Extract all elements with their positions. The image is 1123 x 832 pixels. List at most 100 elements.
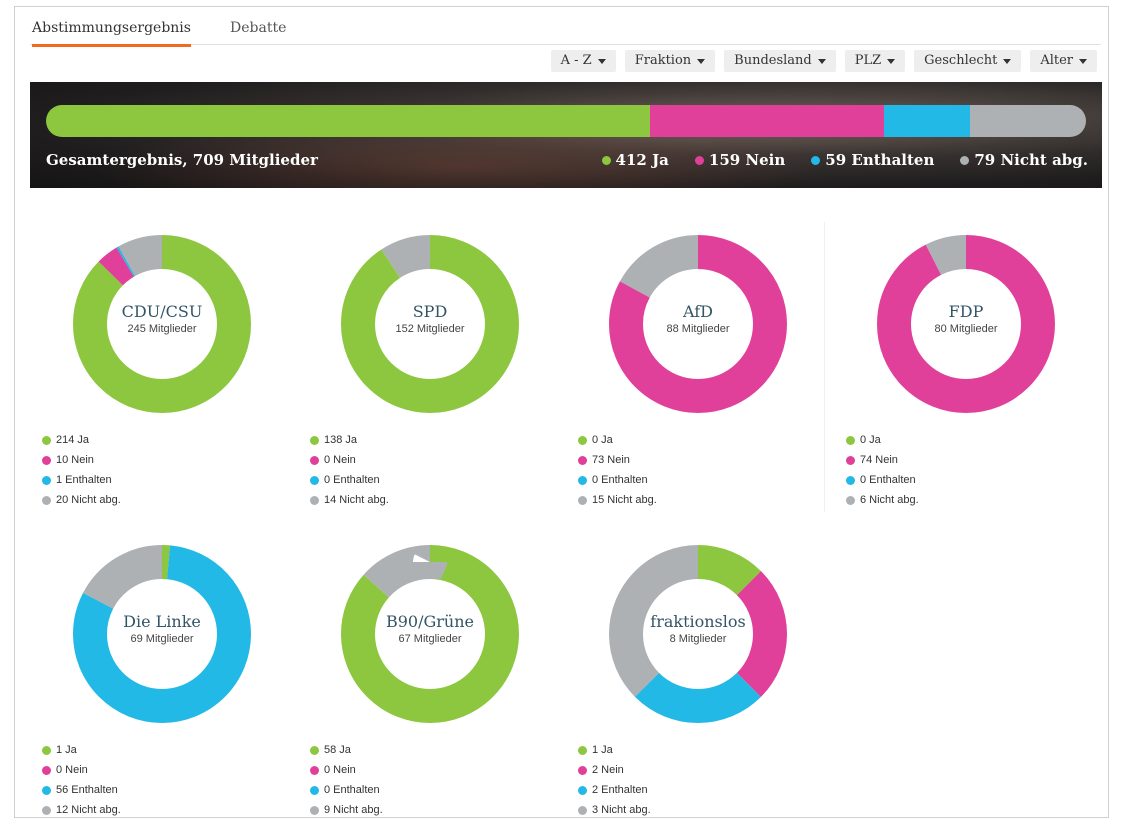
legend-label: 6 Nicht abg. — [860, 494, 919, 506]
legend-ja: 58 Ja — [310, 740, 383, 760]
party-card-fdp[interactable]: FDP 80 Mitglieder 0 Ja 74 Nein 0 Enthalten 6 … — [846, 232, 1106, 522]
legend-label: 0 Enthalten — [592, 474, 648, 486]
legend-label: 59 Enthalten — [825, 151, 935, 169]
tab-bar: Abstimmungsergebnis Debatte — [30, 14, 1101, 47]
legend-nicht-abgegeben: 14 Nicht abg. — [310, 490, 389, 510]
filter-label: Alter — [1040, 53, 1073, 68]
legend-enthalten: 59 Enthalten — [811, 151, 934, 169]
filter-bundesland-dropdown[interactable]: Bundesland — [724, 50, 836, 72]
legend-enthalten: 1 Enthalten — [42, 470, 121, 490]
legend-dot — [578, 495, 587, 505]
filter-alter-dropdown[interactable]: Alter — [1030, 50, 1097, 72]
legend-dot — [42, 745, 51, 755]
legend-dot — [42, 765, 51, 775]
legend-dot — [42, 435, 51, 445]
legend-label: 10 Nein — [56, 454, 94, 466]
party-name: CDU/CSU — [121, 302, 203, 321]
party-members: 80 Mitglieder — [934, 323, 998, 335]
legend-nicht-abgegeben: 79 Nicht abg. — [960, 151, 1088, 169]
filter-a-z-dropdown[interactable]: A - Z — [550, 50, 616, 72]
party-members: 69 Mitglieder — [130, 633, 194, 645]
legend-nicht-abgegeben: 15 Nicht abg. — [578, 490, 657, 510]
filter-fraktion-dropdown[interactable]: Fraktion — [624, 50, 716, 72]
legend-label: 1 Ja — [592, 744, 613, 756]
legend-enthalten: 0 Enthalten — [846, 470, 919, 490]
legend-dot — [578, 455, 587, 465]
party-members: 152 Mitglieder — [395, 323, 465, 335]
legend-nein: 159 Nein — [694, 151, 785, 169]
legend-dot — [578, 745, 587, 755]
legend-dot — [846, 435, 855, 445]
legend-label: 73 Nein — [592, 454, 630, 466]
legend-dot — [310, 785, 319, 795]
legend-label: 79 Nicht abg. — [974, 151, 1088, 169]
legend-dot — [310, 765, 319, 775]
caret-down-icon — [887, 58, 896, 64]
party-legend: 1 Ja 2 Nein 2 Enthalten 3 Nicht abg. — [578, 740, 651, 820]
legend-dot — [578, 785, 587, 795]
legend-label: 0 Nein — [324, 764, 356, 776]
donut-center: AfD 88 Mitglieder — [578, 302, 818, 335]
donut-center: Die Linke 69 Mitglieder — [42, 612, 282, 645]
legend-label: 0 Enthalten — [324, 784, 380, 796]
party-card-fraktionslos[interactable]: fraktionslos 8 Mitglieder 1 Ja 2 Nein 2 Enth… — [578, 542, 838, 832]
party-members: 67 Mitglieder — [398, 633, 462, 645]
party-name: FDP — [948, 302, 984, 321]
legend-enthalten: 0 Enthalten — [310, 780, 383, 800]
legend-ja: 214 Ja — [42, 430, 121, 450]
tab-debatte[interactable]: Debatte — [230, 20, 286, 36]
filter-label: Fraktion — [634, 53, 692, 68]
legend-label: 2 Nein — [592, 764, 624, 776]
party-card-die-linke[interactable]: Die Linke 69 Mitglieder 1 Ja 0 Nein 56 Entha… — [42, 542, 302, 832]
legend-label: 0 Ja — [860, 434, 881, 446]
legend-ja: 1 Ja — [42, 740, 121, 760]
party-card-cdu-csu[interactable]: CDU/CSU 245 Mitglieder 214 Ja 10 Nein 1 Enth… — [42, 232, 302, 522]
filter-plz-dropdown[interactable]: PLZ — [844, 50, 906, 72]
legend-nein: 0 Nein — [42, 760, 121, 780]
legend-dot — [42, 455, 51, 465]
legend-label: 0 Nein — [56, 764, 88, 776]
legend-ja: 1 Ja — [578, 740, 651, 760]
legend-ja: 0 Ja — [578, 430, 657, 450]
legend-label: 58 Ja — [324, 744, 351, 756]
party-card-afd[interactable]: AfD 88 Mitglieder 0 Ja 73 Nein 0 Enthalten 15… — [578, 232, 838, 522]
legend-dot — [846, 475, 855, 485]
legend-ja: 138 Ja — [310, 430, 389, 450]
legend-label: 20 Nicht abg. — [56, 494, 121, 506]
donut-center: FDP 80 Mitglieder — [846, 302, 1086, 335]
party-name: SPD — [412, 302, 448, 321]
tab-abstimmungsergebnis[interactable]: Abstimmungsergebnis — [32, 20, 191, 47]
party-legend: 1 Ja 0 Nein 56 Enthalten 12 Nicht abg. — [42, 740, 121, 820]
legend-nein: 10 Nein — [42, 450, 121, 470]
legend-label: 14 Nicht abg. — [324, 494, 389, 506]
overall-result-banner: Gesamtergebnis, 709 Mitglieder 412 Ja 15… — [30, 82, 1102, 188]
legend-label: 0 Nein — [324, 454, 356, 466]
party-legend: 58 Ja 0 Nein 0 Enthalten 9 Nicht abg. — [310, 740, 383, 820]
legend-nicht-abgegeben: 3 Nicht abg. — [578, 800, 651, 820]
filter-label: PLZ — [854, 53, 882, 68]
legend-label: 56 Enthalten — [56, 784, 118, 796]
legend-nicht-abgegeben: 12 Nicht abg. — [42, 800, 121, 820]
legend-dot — [846, 495, 855, 505]
legend-dot — [310, 495, 319, 505]
party-legend: 0 Ja 74 Nein 0 Enthalten 6 Nicht abg. — [846, 430, 919, 510]
party-name: B90/Grüne — [385, 612, 474, 631]
party-members: 245 Mitglieder — [127, 323, 197, 335]
filter-geschlecht-dropdown[interactable]: Geschlecht — [914, 50, 1022, 72]
party-name: fraktionslos — [650, 612, 746, 631]
legend-dot — [578, 805, 587, 815]
legend-dot — [578, 435, 587, 445]
party-card-b90-gruene[interactable]: B90/Grüne 67 Mitglieder 58 Ja 0 Nein 0 Entha… — [310, 542, 570, 832]
legend-label: 0 Enthalten — [860, 474, 916, 486]
bar-segment-enthalten — [883, 105, 971, 137]
party-card-spd[interactable]: SPD 152 Mitglieder 138 Ja 0 Nein 0 Enthalten… — [310, 232, 570, 522]
filter-label: Bundesland — [734, 53, 812, 68]
legend-label: 2 Enthalten — [592, 784, 648, 796]
legend-dot — [578, 475, 587, 485]
bar-segment-ja — [46, 105, 651, 137]
legend-label: 0 Enthalten — [324, 474, 380, 486]
legend-nein: 74 Nein — [846, 450, 919, 470]
legend-label: 3 Nicht abg. — [592, 804, 651, 816]
legend-dot — [601, 155, 611, 165]
donut-center: B90/Grüne 67 Mitglieder — [310, 612, 550, 645]
